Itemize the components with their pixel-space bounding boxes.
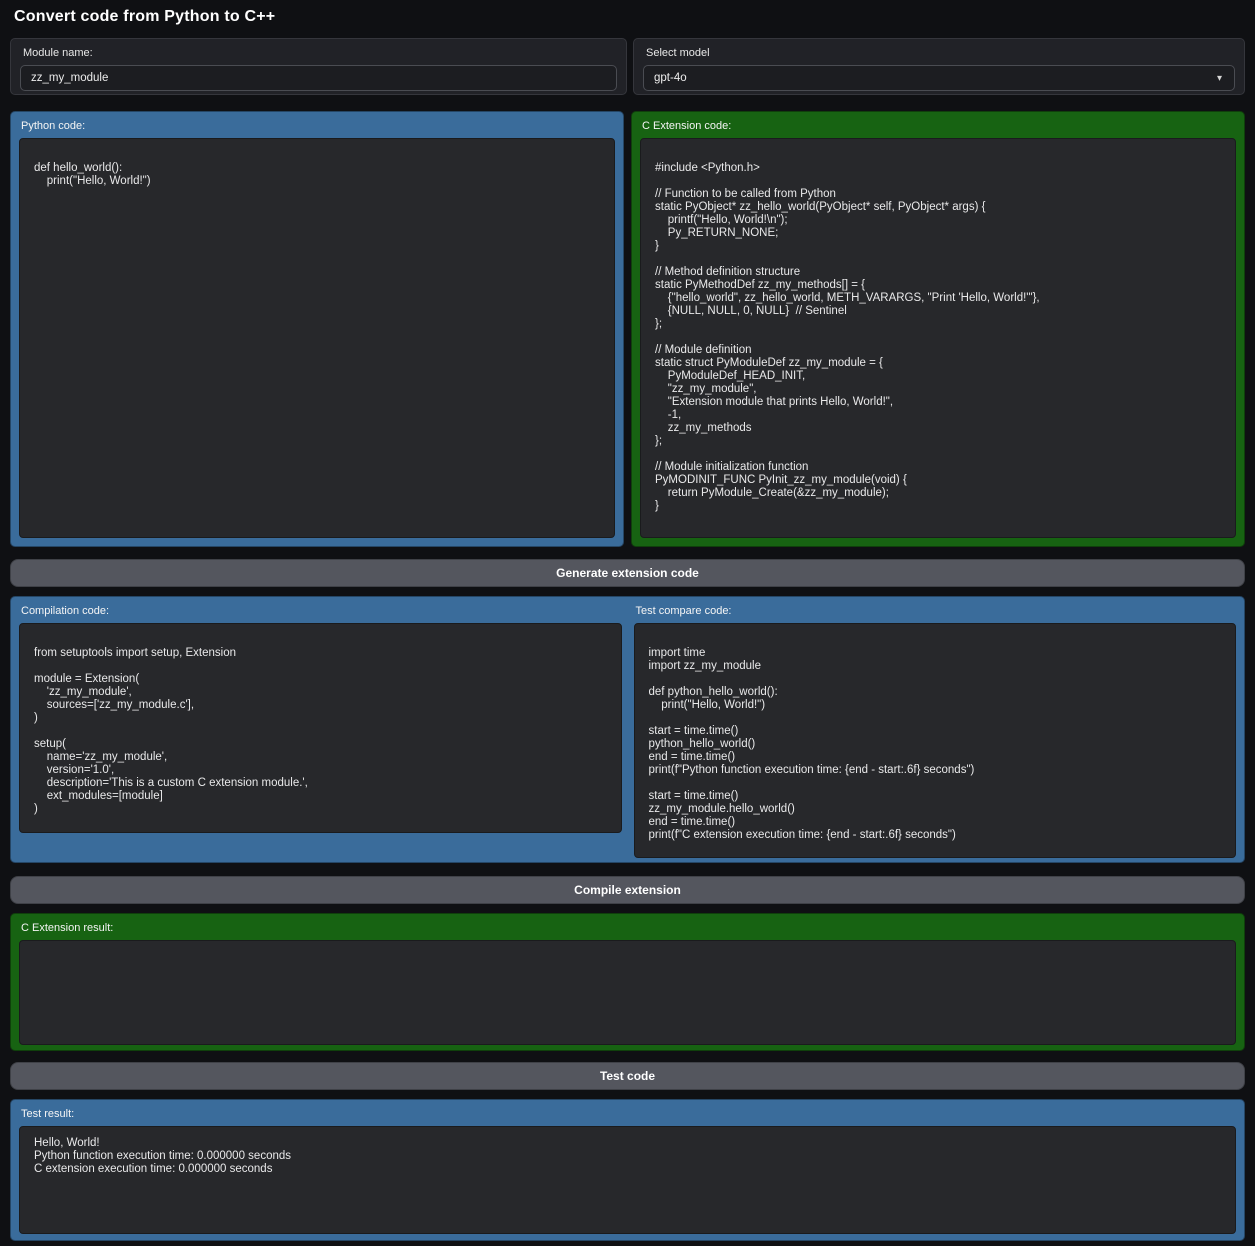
compile-extension-button[interactable]: Compile extension (10, 876, 1245, 904)
model-dropdown[interactable]: gpt-4o ▾ (643, 65, 1235, 91)
compilation-code-column: Compilation code: from setuptools import… (19, 605, 622, 858)
compilation-code-label: Compilation code: (21, 605, 622, 617)
c-extension-code-panel: C Extension code: #include <Python.h> //… (631, 111, 1245, 547)
generate-extension-code-button[interactable]: Generate extension code (10, 559, 1245, 587)
c-extension-result-panel: C Extension result: (10, 913, 1245, 1051)
code-row: Python code: def hello_world(): print("H… (10, 111, 1245, 547)
c-extension-code-label: C Extension code: (642, 120, 1236, 132)
python-code-textarea[interactable]: def hello_world(): print("Hello, World!"… (19, 138, 615, 538)
python-code-panel: Python code: def hello_world(): print("H… (10, 111, 624, 547)
test-result-textarea[interactable]: Hello, World! Python function execution … (19, 1126, 1236, 1234)
compilation-test-panel: Compilation code: from setuptools import… (10, 596, 1245, 863)
python-code-label: Python code: (21, 120, 615, 132)
module-name-label: Module name: (23, 47, 617, 59)
test-code-button[interactable]: Test code (10, 1062, 1245, 1090)
select-model-group: Select model gpt-4o ▾ (633, 38, 1245, 95)
c-extension-result-label: C Extension result: (21, 922, 1236, 934)
model-dropdown-value: gpt-4o (654, 72, 687, 84)
compilation-code-textarea[interactable]: from setuptools import setup, Extension … (19, 623, 622, 833)
test-result-panel: Test result: Hello, World! Python functi… (10, 1099, 1245, 1241)
test-result-label: Test result: (21, 1108, 1236, 1120)
c-extension-result-textarea[interactable] (19, 940, 1236, 1045)
inputs-row: Module name: Select model gpt-4o ▾ (10, 38, 1245, 95)
test-compare-code-textarea[interactable]: import time import zz_my_module def pyth… (634, 623, 1237, 858)
page-title: Convert code from Python to C++ (14, 8, 1241, 26)
select-model-label: Select model (646, 47, 1235, 59)
test-compare-code-label: Test compare code: (636, 605, 1237, 617)
module-name-input[interactable] (20, 65, 617, 91)
c-extension-code-textarea[interactable]: #include <Python.h> // Function to be ca… (640, 138, 1236, 538)
module-name-group: Module name: (10, 38, 627, 95)
chevron-down-icon: ▾ (1217, 73, 1222, 84)
test-compare-code-column: Test compare code: import time import zz… (634, 605, 1237, 858)
